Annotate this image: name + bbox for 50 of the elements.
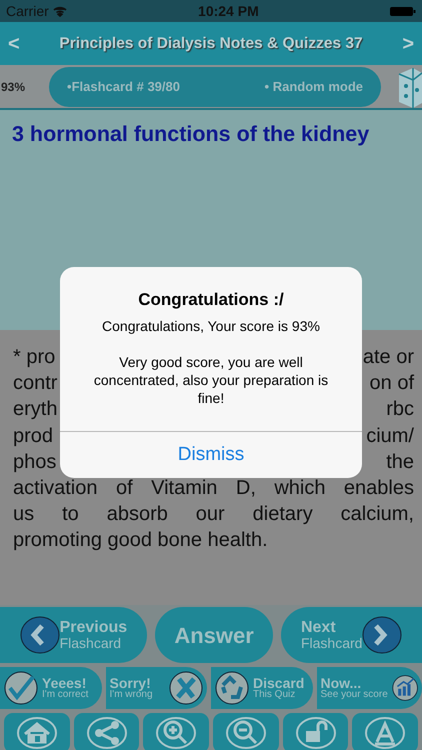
- body-text-fragment: the: [386, 450, 414, 475]
- nav-title: Principles of Dialysis Notes & Quizzes 37: [59, 34, 363, 54]
- body-text-fragment: contr: [13, 371, 58, 396]
- body-text-fragment: * pro: [13, 345, 56, 370]
- zoom-in-button[interactable]: [143, 713, 210, 750]
- status-time: 10:24 PM: [198, 2, 259, 20]
- unlock-button[interactable]: [282, 713, 348, 750]
- discard-button[interactable]: Discard This Quiz: [211, 667, 312, 709]
- dismiss-button[interactable]: Dismiss: [60, 432, 362, 478]
- body-text-line: activation of Vitamin D, which enables: [13, 476, 414, 502]
- previous-button[interactable]: Previous Flashcard: [0, 607, 147, 663]
- alert-title: Congratulations :/: [137, 289, 285, 311]
- score-label: 93%: [1, 78, 26, 96]
- home-icon: [16, 716, 57, 750]
- body-text-fragment: eryth: [13, 397, 58, 422]
- alert-message: Very good score, you are well concentrated, also your preparation is fine!: [92, 353, 330, 407]
- body-text-fragment: cium/: [366, 424, 414, 449]
- share-icon: [86, 716, 126, 750]
- next-button[interactable]: Next Flashcard: [281, 607, 422, 663]
- carrier-label: Carrier: [6, 2, 49, 20]
- score-button[interactable]: Now... See your score: [316, 667, 422, 709]
- share-button[interactable]: [74, 713, 140, 750]
- font-icon: [365, 716, 406, 750]
- recycle-icon: [215, 671, 249, 705]
- body-text-fragment: rbc: [386, 397, 414, 422]
- body-text-fragment: ate or: [362, 345, 414, 370]
- card-title: 3 hormonal functions of the kidney: [12, 122, 370, 148]
- cross-icon: [169, 671, 203, 705]
- body-text-line: us to absorb our dietary calcium,: [13, 502, 414, 528]
- body-text-line: promoting good bone health.: [13, 528, 269, 554]
- body-text-fragment: prod: [13, 424, 54, 449]
- alert-score-message: Congratulations, Your score is 93%: [101, 317, 321, 335]
- mode-label: • Random mode: [264, 78, 363, 96]
- correct-button[interactable]: Yeees! I'm correct: [0, 667, 102, 709]
- zoom-out-button[interactable]: [213, 713, 279, 750]
- checkmark-icon: [4, 671, 38, 705]
- body-text-fragment: on of: [370, 371, 414, 396]
- wifi-icon: [52, 6, 67, 16]
- body-text-fragment: phos: [13, 450, 56, 475]
- flashcard-counter: •Flashcard # 39/80: [67, 78, 180, 96]
- unlock-icon: [296, 716, 336, 750]
- font-button[interactable]: [352, 713, 418, 750]
- forward-button[interactable]: >: [394, 28, 422, 58]
- battery-icon: [390, 6, 416, 16]
- zoom-out-icon: [226, 716, 266, 750]
- zoom-in-icon: [156, 716, 196, 750]
- back-button[interactable]: <: [0, 28, 28, 58]
- home-button[interactable]: [4, 713, 70, 750]
- wrong-button[interactable]: Sorry! I'm wrong: [106, 667, 207, 709]
- answer-button[interactable]: Answer: [154, 607, 274, 663]
